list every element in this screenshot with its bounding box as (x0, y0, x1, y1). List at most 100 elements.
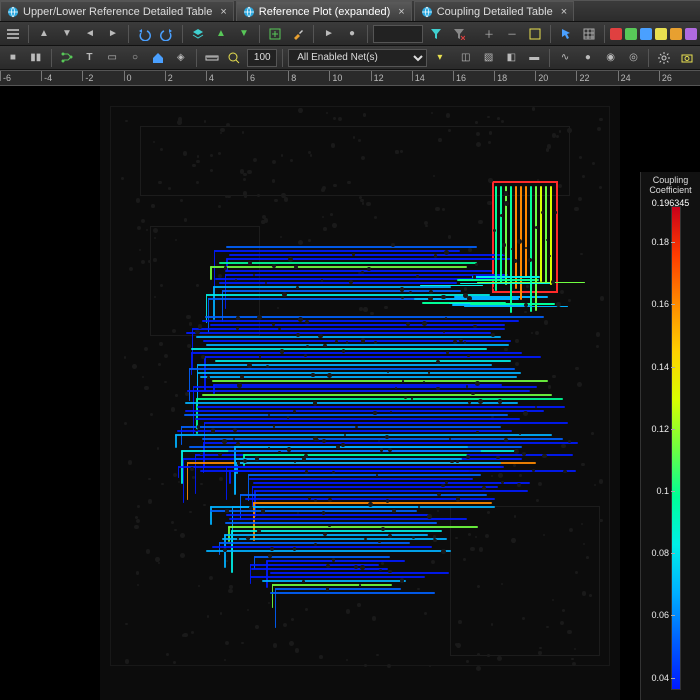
perspective-icon: ◧ (507, 52, 516, 63)
close-icon[interactable]: × (561, 6, 567, 18)
tab-label: Upper/Lower Reference Detailed Table (23, 6, 212, 18)
plus-square-icon (268, 27, 282, 41)
shape-circle-button[interactable]: ○ (125, 48, 145, 68)
toggle-via-button[interactable]: ◎ (624, 48, 644, 68)
triangle-up-icon: ▲ (216, 28, 226, 39)
funnel-icon (430, 28, 442, 40)
legend-tick: 0.12 (647, 424, 669, 434)
text-button[interactable]: T (79, 48, 99, 68)
globe-icon (7, 6, 19, 18)
workspace-canvas[interactable]: Coupling Coefficient 0.196345 0.180.160.… (0, 86, 700, 700)
layers-button[interactable] (188, 24, 208, 44)
color5-button[interactable] (670, 28, 682, 40)
ruler-tick: 12 (371, 71, 372, 81)
ruler-tick: 18 (494, 71, 495, 81)
legend-tick: 0.18 (647, 237, 669, 247)
play-button[interactable]: ► (319, 24, 339, 44)
redo-button[interactable] (157, 24, 177, 44)
settings-button[interactable] (654, 48, 674, 68)
capture-button[interactable] (677, 48, 697, 68)
measure-button[interactable] (202, 48, 222, 68)
ruler-tick: 6 (247, 71, 248, 81)
funnel-x-icon (453, 28, 465, 40)
color4-button[interactable] (655, 28, 667, 40)
circle-icon: ○ (132, 52, 138, 63)
tab-label: Reference Plot (expanded) (259, 6, 390, 18)
move-north-button[interactable]: ▲ (34, 24, 54, 44)
layer-down-button[interactable]: ▼ (234, 24, 254, 44)
brush-button[interactable] (288, 24, 308, 44)
nets-dropdown[interactable]: All Enabled Net(s) (288, 49, 427, 67)
play-icon: ► (324, 28, 334, 39)
menu-button[interactable] (3, 24, 23, 44)
ruler-tick: 24 (618, 71, 619, 81)
view-flat-button[interactable]: ▬ (524, 48, 544, 68)
ruler-tick: 0 (124, 71, 125, 81)
pause-button[interactable]: ▮▮ (26, 48, 46, 68)
legend-tick: 0.16 (647, 299, 669, 309)
color3-button[interactable] (640, 28, 652, 40)
toolbar-main: ▲ ▼ ◄ ► ▲ ▼ ► ● ＋ － (0, 22, 700, 46)
minus-icon: － (507, 26, 517, 41)
via-icon: ◎ (629, 52, 638, 63)
zoom-in-button[interactable]: ＋ (479, 24, 499, 44)
zoom-input[interactable] (247, 49, 277, 67)
grid-button[interactable] (579, 24, 599, 44)
undo-button[interactable] (134, 24, 154, 44)
grid-icon (582, 27, 596, 41)
move-west-button[interactable]: ◄ (80, 24, 100, 44)
toggle-net-button[interactable]: ∿ (555, 48, 575, 68)
record-button[interactable]: ● (342, 24, 362, 44)
ruler-tick: 10 (329, 71, 330, 81)
close-icon[interactable]: × (398, 6, 404, 18)
view-wire-button[interactable]: ▧ (479, 48, 499, 68)
home-icon (151, 51, 165, 65)
legend-tick: 0.1 (647, 486, 669, 496)
move-south-button[interactable]: ▼ (57, 24, 77, 44)
funnel-clear-button[interactable] (449, 24, 469, 44)
funnel-button[interactable] (426, 24, 446, 44)
nets-dropdown-arrow[interactable]: ▾ (430, 48, 450, 68)
tree-button[interactable] (57, 48, 77, 68)
zoom-out-button[interactable]: － (502, 24, 522, 44)
toggle-pads-button[interactable]: ● (578, 48, 598, 68)
legend-gradient (671, 206, 681, 690)
view-shaded-button[interactable]: ◫ (456, 48, 476, 68)
search-button[interactable] (224, 48, 244, 68)
search-icon (227, 51, 241, 65)
color2-button[interactable] (625, 28, 637, 40)
stop-button[interactable]: ■ (3, 48, 23, 68)
cursor-icon (559, 27, 573, 41)
ruler-tick: -6 (0, 71, 1, 81)
toolbar-view: ■ ▮▮ T ▭ ○ ◈ All Enabled Net(s) ▾ ◫ ▧ ◧ … (0, 46, 700, 70)
pads-icon: ● (585, 52, 591, 63)
toggle-silk-button[interactable]: ◉ (601, 48, 621, 68)
select-button[interactable] (556, 24, 576, 44)
tab-upper-lower-ref[interactable]: Upper/Lower Reference Detailed Table × (0, 1, 234, 21)
color6-button[interactable] (685, 28, 697, 40)
ruler-tick: 22 (576, 71, 577, 81)
move-east-button[interactable]: ► (103, 24, 123, 44)
close-icon[interactable]: × (220, 6, 226, 18)
horizontal-ruler: -6-4-20246810121416182022242628 (0, 70, 700, 86)
fit-button[interactable] (525, 24, 545, 44)
home-button[interactable] (148, 48, 168, 68)
flat-icon: ▬ (529, 52, 539, 63)
gear-icon (657, 51, 671, 65)
shape-rect-button[interactable]: ▭ (102, 48, 122, 68)
legend-title: Coupling Coefficient (641, 172, 700, 198)
tab-coupling-table[interactable]: Coupling Detailed Table × (414, 1, 574, 21)
layer-up-button[interactable]: ▲ (211, 24, 231, 44)
add-shape-button[interactable] (265, 24, 285, 44)
tab-reference-plot[interactable]: Reference Plot (expanded) × (236, 1, 412, 21)
tab-label: Coupling Detailed Table (437, 6, 553, 18)
color1-button[interactable] (610, 28, 622, 40)
category-button[interactable]: ◈ (171, 48, 191, 68)
ruler-tick: -4 (41, 71, 42, 81)
text-icon: T (86, 52, 92, 63)
ruler-tick: 2 (165, 71, 166, 81)
cube-icon: ◫ (461, 52, 470, 63)
stop-icon: ■ (10, 52, 16, 63)
view-3d-button[interactable]: ◧ (501, 48, 521, 68)
filter-input[interactable] (373, 25, 423, 43)
